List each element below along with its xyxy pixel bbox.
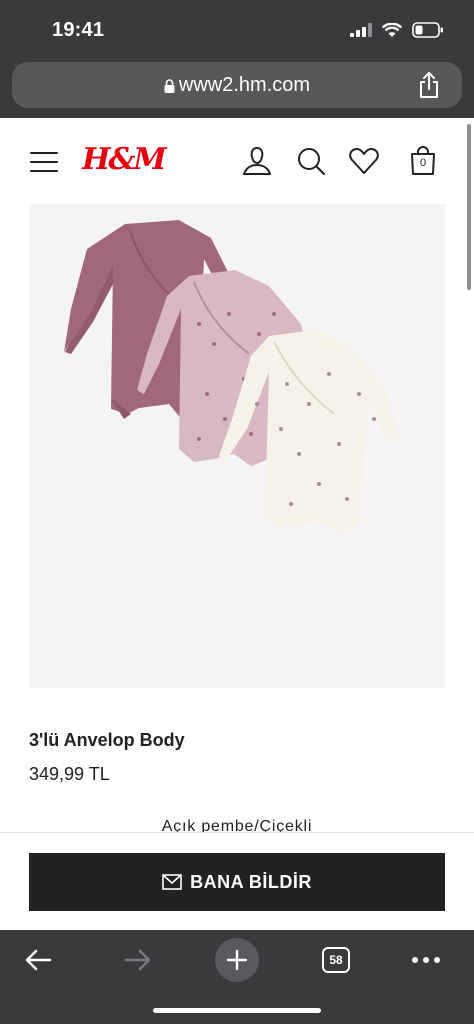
tabs-button[interactable]: 58 [314, 938, 358, 982]
new-tab-button[interactable] [215, 938, 259, 982]
status-time: 19:41 [52, 19, 105, 41]
back-button[interactable] [16, 938, 60, 982]
sticky-action-bar: BANA BİLDİR [0, 832, 474, 930]
wifi-icon [382, 22, 402, 37]
search-icon [298, 148, 326, 176]
cart-button[interactable]: 0 [406, 144, 440, 178]
menu-bar [30, 152, 58, 154]
product-price: 349,99 TL [29, 764, 110, 784]
baby-bodysuits-illustration [64, 220, 401, 534]
search-button[interactable] [294, 144, 328, 178]
menu-button[interactable] [30, 152, 58, 172]
status-icons [350, 22, 444, 38]
arrow-right-icon [124, 949, 151, 971]
ellipsis-icon [412, 957, 440, 963]
product-image[interactable] [29, 204, 445, 688]
lock-icon [164, 78, 175, 93]
home-indicator [153, 1008, 321, 1013]
account-button[interactable] [240, 144, 274, 178]
status-bar: 19:41 [0, 0, 474, 58]
tab-count: 58 [322, 947, 350, 973]
menu-bar [30, 170, 58, 172]
product-title: 3'lü Anvelop Body [29, 730, 185, 750]
envelope-icon [162, 874, 182, 890]
favorites-button[interactable] [347, 144, 381, 178]
site-header: H&M 0 [0, 118, 474, 204]
url-text: www2.hm.com [178, 74, 311, 96]
browser-address-area: www2.hm.com [0, 58, 474, 118]
notify-me-label: BANA BİLDİR [190, 871, 312, 892]
new-tab-circle [215, 938, 259, 982]
battery-icon [412, 22, 443, 38]
more-button[interactable] [404, 938, 448, 982]
user-icon [243, 146, 271, 175]
signal-icon [350, 23, 372, 37]
share-icon [420, 72, 438, 98]
address-bar[interactable]: www2.hm.com [12, 62, 462, 108]
notify-me-button[interactable]: BANA BİLDİR [29, 853, 445, 911]
web-page: H&M 0 3'lü Anvelop Body 349,99 TL Açık p… [0, 118, 474, 930]
cart-count: 0 [419, 157, 427, 169]
share-button[interactable] [414, 70, 444, 100]
plus-icon [226, 949, 248, 971]
heart-icon [349, 148, 379, 174]
hm-logo[interactable]: H&M [82, 142, 167, 177]
arrow-left-icon [25, 949, 52, 971]
menu-bar [30, 161, 58, 163]
browser-toolbar: 58 [0, 930, 474, 1024]
forward-button[interactable] [116, 938, 160, 982]
url-display: www2.hm.com [12, 74, 462, 97]
